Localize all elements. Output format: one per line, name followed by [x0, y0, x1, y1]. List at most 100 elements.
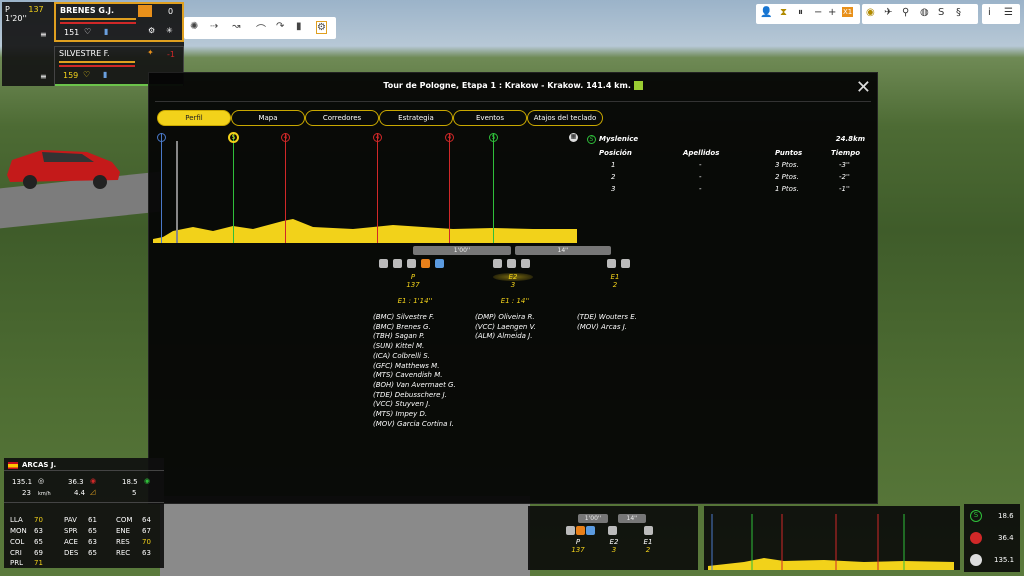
- list-item[interactable]: (BMC) Brenes G.: [373, 323, 456, 333]
- divider: [4, 470, 164, 471]
- list-item[interactable]: (ICA) Colbrelli S.: [373, 352, 456, 362]
- stat-value: 65: [88, 527, 97, 535]
- stat-value: 71: [34, 559, 43, 567]
- finish-distance: 135.1: [994, 556, 1015, 564]
- globe-icon[interactable]: ◍: [920, 7, 929, 18]
- plus-icon[interactable]: +: [828, 7, 836, 18]
- cell-pos: 3: [611, 185, 616, 193]
- mountain-icon: [970, 532, 982, 544]
- chase-icon[interactable]: ⇢: [210, 21, 218, 32]
- settings-icon[interactable]: ⚙: [316, 21, 327, 34]
- minus-icon[interactable]: −: [814, 7, 822, 18]
- menu-icon[interactable]: ☰: [1004, 7, 1013, 18]
- stat-value: 69: [34, 549, 43, 557]
- finish-flag-icon[interactable]: ▦: [569, 133, 578, 142]
- mini-groups-panel: 1'00'' 14'' P 137 E2 3 E1 2: [528, 506, 698, 570]
- bike-icon[interactable]: ⚲: [902, 7, 909, 18]
- gap-bar: 1'00'': [413, 246, 511, 255]
- list-item[interactable]: (MOV) Garcia Cortina I.: [373, 420, 456, 430]
- list-item[interactable]: (MTS) Impey D.: [373, 410, 456, 420]
- stat-value: 63: [34, 527, 43, 535]
- stage-modal: Tour de Pologne, Etapa 1 : Krakow - Krak…: [148, 72, 878, 504]
- rider-card-brenes[interactable]: BRENES G.J. 0 151 ♡ ▮ ⚙ ✳: [54, 2, 184, 42]
- jersey-icon: [608, 526, 617, 535]
- list-item[interactable]: (VCC) Stuyven J.: [373, 400, 456, 410]
- group-count: 3: [611, 546, 617, 554]
- tab-corredores[interactable]: Corredores: [305, 110, 379, 126]
- gear-icon[interactable]: ⚙: [148, 26, 155, 35]
- tab-perfil[interactable]: Perfil: [157, 110, 231, 126]
- sprint-distance: 18.6: [998, 512, 1014, 520]
- climb-icon[interactable]: 4: [281, 133, 290, 142]
- group-count: 2: [645, 546, 651, 554]
- modal-title-text: Tour de Pologne, Etapa 1 : Krakow - Krak…: [383, 81, 631, 90]
- jersey-icon: [621, 259, 630, 268]
- distance-value: 135.1: [12, 478, 33, 486]
- breakaway-icon[interactable]: ✺: [190, 21, 198, 32]
- sprint-icon[interactable]: S: [489, 133, 498, 142]
- col-tiempo: Tiempo: [831, 149, 861, 157]
- jersey-icon: [507, 259, 516, 268]
- group-name: P: [575, 538, 581, 546]
- close-icon[interactable]: ✕: [856, 77, 871, 98]
- list-item[interactable]: (MTS) Cavendish M.: [373, 371, 456, 381]
- s-icon[interactable]: S: [938, 7, 944, 18]
- pause-icon[interactable]: ⏸: [798, 7, 803, 18]
- link-icon[interactable]: §: [956, 7, 961, 18]
- info-icon[interactable]: i: [988, 7, 991, 18]
- sprint-icon[interactable]: ↷: [276, 21, 284, 32]
- divider: [4, 502, 164, 503]
- climb-marker: [377, 133, 378, 243]
- sprint-header: S Myslenice 24.8km: [581, 135, 871, 147]
- jersey-icon: [379, 259, 388, 268]
- list-item[interactable]: (BMC) Silvestre F.: [373, 313, 456, 323]
- feed-icon[interactable]: ▮: [296, 21, 302, 32]
- list-item[interactable]: (ALM) Almeida J.: [475, 332, 536, 342]
- jersey-icon: [521, 259, 530, 268]
- climb-icon[interactable]: 4: [445, 133, 454, 142]
- list-item[interactable]: (BOH) Van Avermaet G.: [373, 381, 456, 391]
- attack-icon[interactable]: ✳: [166, 26, 173, 35]
- list-item[interactable]: (VCC) Laengen V.: [475, 323, 536, 333]
- sprint-icon[interactable]: S: [228, 132, 239, 143]
- list-item[interactable]: (TDE) Debusschere J.: [373, 391, 456, 401]
- tab-atajos[interactable]: Atajos del teclado: [527, 110, 603, 126]
- climb-marker: [285, 133, 286, 243]
- list-item[interactable]: (SUN) Kittel M.: [373, 342, 456, 352]
- stat-value: 67: [142, 527, 151, 535]
- group-e1-label: E1 2: [595, 273, 635, 289]
- relay-icon[interactable]: ⌒: [256, 21, 266, 36]
- cell-time: -3'': [839, 161, 850, 169]
- speed-x1-icon[interactable]: X1: [842, 7, 854, 17]
- rider-name: ARCAS J.: [22, 461, 57, 469]
- riders-icon[interactable]: ✈: [884, 7, 892, 18]
- group-count: 137: [571, 546, 585, 554]
- hourglass-icon[interactable]: ⧗: [780, 7, 787, 18]
- group-name: E1: [643, 538, 653, 546]
- list-icon[interactable]: ≡: [40, 30, 47, 39]
- list-item[interactable]: (MOV) Arcas J.: [577, 323, 637, 333]
- tab-mapa[interactable]: Mapa: [231, 110, 305, 126]
- list-item[interactable]: (TBH) Sagan P.: [373, 332, 456, 342]
- list-item[interactable]: (TDE) Wouters E.: [577, 313, 637, 323]
- heart-icon: ♡: [83, 70, 91, 79]
- climb-icon[interactable]: 4: [373, 133, 382, 142]
- stat-value: 63: [88, 538, 97, 546]
- flag-icon: [8, 462, 18, 469]
- list-item[interactable]: (GFC) Matthews M.: [373, 362, 456, 372]
- follow-icon[interactable]: ↝: [232, 21, 240, 32]
- tab-eventos[interactable]: Eventos: [453, 110, 527, 126]
- stat-label: PAV: [64, 516, 77, 524]
- tab-estrategia[interactable]: Estrategia: [379, 110, 453, 126]
- rider-list-e1: (TDE) Wouters E. (MOV) Arcas J.: [577, 313, 637, 332]
- speed-toolbar: 👤 ⧗ ⏸ − + X1: [756, 4, 860, 24]
- wheel-icon: ◎: [38, 477, 45, 485]
- group-time: E1 : 14'': [500, 297, 530, 305]
- stat-value: 4.4: [74, 489, 86, 497]
- stat-value: 18.5: [122, 478, 138, 486]
- jersey-icon: [493, 259, 502, 268]
- eye-icon[interactable]: ◉: [866, 7, 875, 18]
- list-icon[interactable]: ≡: [40, 72, 47, 81]
- list-item[interactable]: (DMP) Oliveira R.: [475, 313, 536, 323]
- user-icon[interactable]: 👤: [760, 7, 772, 18]
